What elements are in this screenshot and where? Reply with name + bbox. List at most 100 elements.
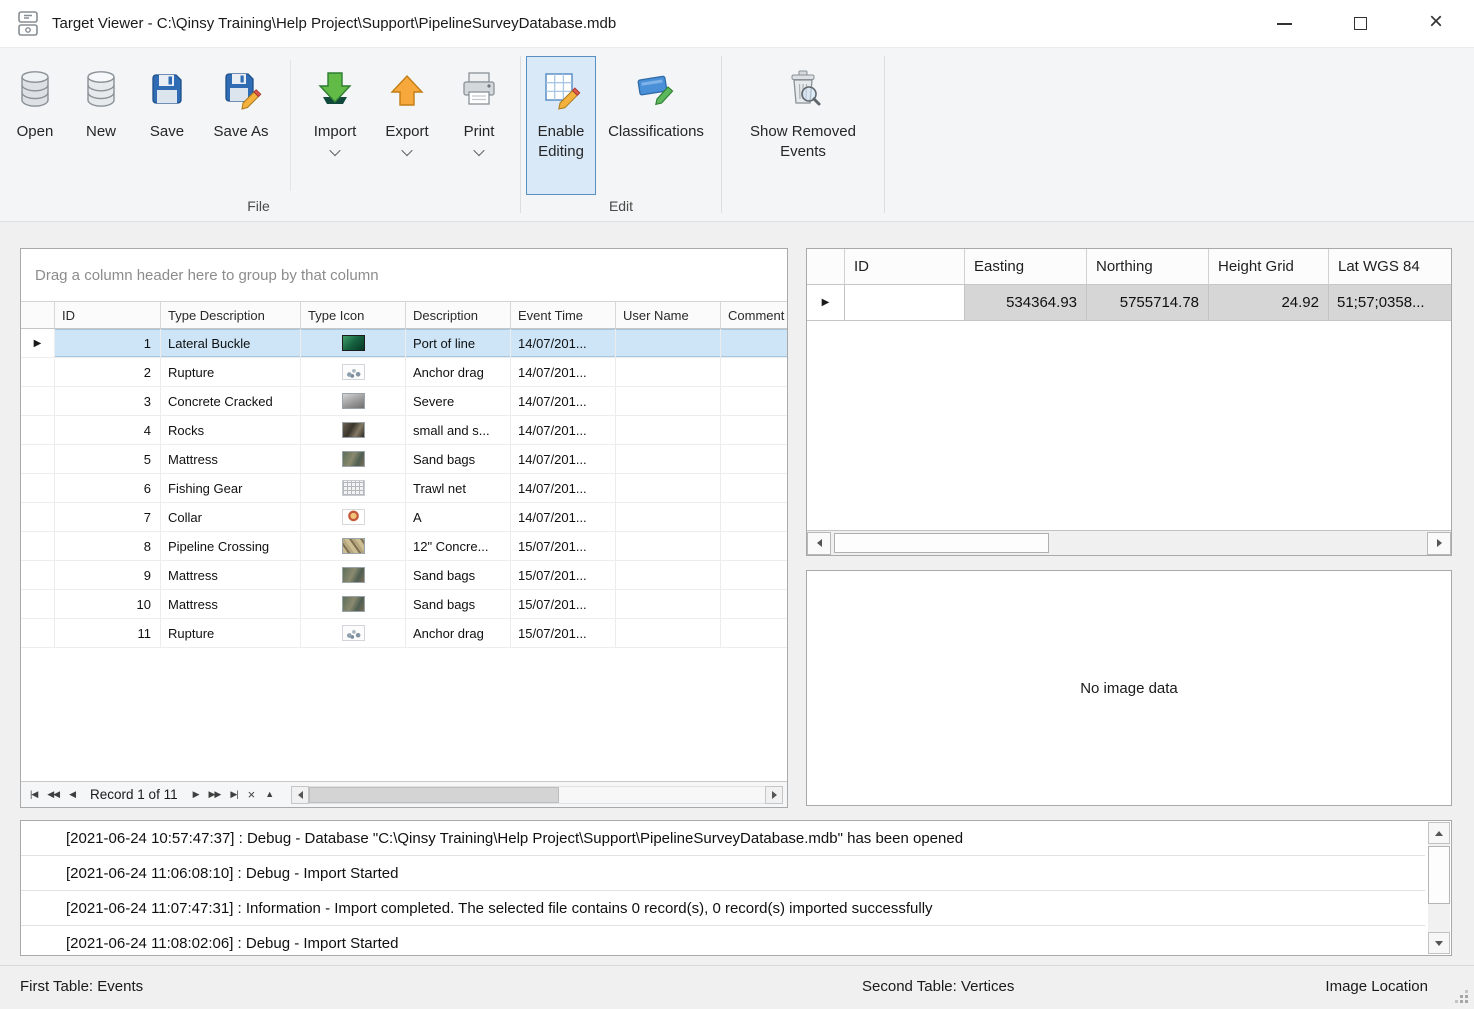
scroll-up-button[interactable] [1428,822,1450,844]
delete-record-button[interactable]: × [243,788,261,801]
column-header-northing[interactable]: Northing [1087,249,1209,285]
cell-user-name[interactable] [616,590,721,618]
log-vertical-scrollbar[interactable] [1428,822,1450,954]
scrollbar-thumb[interactable] [1428,846,1450,904]
column-header-id[interactable]: ID [55,302,161,328]
column-header-description[interactable]: Description [406,302,511,328]
column-header-height-grid[interactable]: Height Grid [1209,249,1329,285]
cell-event-time[interactable]: 14/07/201... [511,387,616,415]
cell-event-time[interactable]: 15/07/201... [511,561,616,589]
cell-comment[interactable] [721,590,787,618]
cell-event-time[interactable]: 14/07/201... [511,474,616,502]
group-by-panel[interactable]: Drag a column header here to group by th… [21,249,787,301]
cell-comment[interactable] [721,445,787,473]
table-row[interactable]: 7 Collar A 14/07/201... [21,503,787,532]
cell-type-icon[interactable] [301,532,406,560]
table-row[interactable]: ▶ 1 Lateral Buckle Port of line 14/07/20… [21,329,787,358]
print-button[interactable]: Print [443,56,515,195]
export-button[interactable]: Export [371,56,443,195]
cell-description[interactable]: Anchor drag [406,619,511,647]
cell-user-name[interactable] [616,474,721,502]
open-button[interactable]: Open [2,56,68,195]
table-row[interactable]: 4 Rocks small and s... 14/07/201... [21,416,787,445]
cell-event-time[interactable]: 15/07/201... [511,532,616,560]
cell-id[interactable]: 2 [55,358,161,386]
scrollbar-track[interactable] [309,786,765,804]
import-dropdown-icon[interactable] [329,144,340,155]
cell-type-description[interactable]: Rupture [161,358,301,386]
column-header-event-time[interactable]: Event Time [511,302,616,328]
cell-lat-wgs84[interactable]: 51;57;0358... [1329,285,1451,321]
cell-type-description[interactable]: Pipeline Crossing [161,532,301,560]
cell-event-time[interactable]: 14/07/201... [511,358,616,386]
cell-description[interactable]: Sand bags [406,561,511,589]
scrollbar-track[interactable] [831,532,1427,555]
print-dropdown-icon[interactable] [473,144,484,155]
cell-comment[interactable] [721,329,787,357]
next-record-button[interactable]: ▶ [188,790,204,799]
scroll-right-button[interactable] [765,786,783,804]
scroll-left-button[interactable] [807,532,831,555]
table-row[interactable]: 10 Mattress Sand bags 15/07/201... [21,590,787,619]
show-removed-events-button[interactable]: Show Removed Events [727,56,879,195]
cell-user-name[interactable] [616,445,721,473]
export-dropdown-icon[interactable] [401,144,412,155]
resize-grip[interactable] [1455,990,1469,1004]
cell-description[interactable]: Severe [406,387,511,415]
cell-user-name[interactable] [616,532,721,560]
scrollbar-thumb[interactable] [309,787,559,803]
cell-user-name[interactable] [616,416,721,444]
scroll-left-button[interactable] [291,786,309,804]
cell-id[interactable]: 10 [55,590,161,618]
classifications-button[interactable]: Classifications [596,56,716,195]
column-header-user-name[interactable]: User Name [616,302,721,328]
scrollbar-thumb[interactable] [834,533,1049,553]
maximize-button[interactable] [1322,0,1398,47]
cell-id[interactable]: 3 [55,387,161,415]
cell-description[interactable]: Sand bags [406,590,511,618]
save-button[interactable]: Save [134,56,200,195]
cell-easting[interactable]: 534364.93 [965,285,1087,321]
cell-event-time[interactable]: 14/07/201... [511,416,616,444]
cell-comment[interactable] [721,358,787,386]
prev-page-button[interactable]: ◀◀ [42,790,64,799]
cell-id[interactable]: 11 [55,619,161,647]
cell-description[interactable]: Sand bags [406,445,511,473]
cell-type-icon[interactable] [301,329,406,357]
table-row[interactable]: 11 Rupture Anchor drag 15/07/201... [21,619,787,648]
cell-description[interactable]: A [406,503,511,531]
cell-user-name[interactable] [616,329,721,357]
cell-user-name[interactable] [616,561,721,589]
cell-type-description[interactable]: Mattress [161,445,301,473]
cell-comment[interactable] [721,532,787,560]
prev-record-button[interactable]: ◀ [64,790,80,799]
cell-user-name[interactable] [616,503,721,531]
cell-event-time[interactable]: 14/07/201... [511,445,616,473]
cell-id[interactable]: 5 [55,445,161,473]
cell-type-icon[interactable] [301,590,406,618]
cell-user-name[interactable] [616,619,721,647]
last-record-button[interactable]: ▶| [225,790,242,799]
cell-comment[interactable] [721,561,787,589]
cell-event-time[interactable]: 15/07/201... [511,590,616,618]
cell-northing[interactable]: 5755714.78 [1087,285,1209,321]
table-row[interactable]: 3 Concrete Cracked Severe 14/07/201... [21,387,787,416]
table-row[interactable]: 2 Rupture Anchor drag 14/07/201... [21,358,787,387]
cell-id[interactable]: 7 [55,503,161,531]
scroll-down-button[interactable] [1428,932,1450,954]
column-header-type-description[interactable]: Type Description [161,302,301,328]
table-row[interactable]: 6 Fishing Gear Trawl net 14/07/201... [21,474,787,503]
cell-type-description[interactable]: Lateral Buckle [161,329,301,357]
cell-type-description[interactable]: Fishing Gear [161,474,301,502]
cell-description[interactable]: 12" Concre... [406,532,511,560]
table-row[interactable]: 8 Pipeline Crossing 12" Concre... 15/07/… [21,532,787,561]
cell-type-description[interactable]: Mattress [161,561,301,589]
scroll-right-button[interactable] [1427,532,1451,555]
cell-type-description[interactable]: Collar [161,503,301,531]
cell-user-name[interactable] [616,358,721,386]
next-page-button[interactable]: ▶▶ [204,790,226,799]
collapse-button[interactable]: ▲ [260,790,279,799]
cell-type-icon[interactable] [301,561,406,589]
cell-id[interactable]: 6 [55,474,161,502]
new-button[interactable]: New [68,56,134,195]
